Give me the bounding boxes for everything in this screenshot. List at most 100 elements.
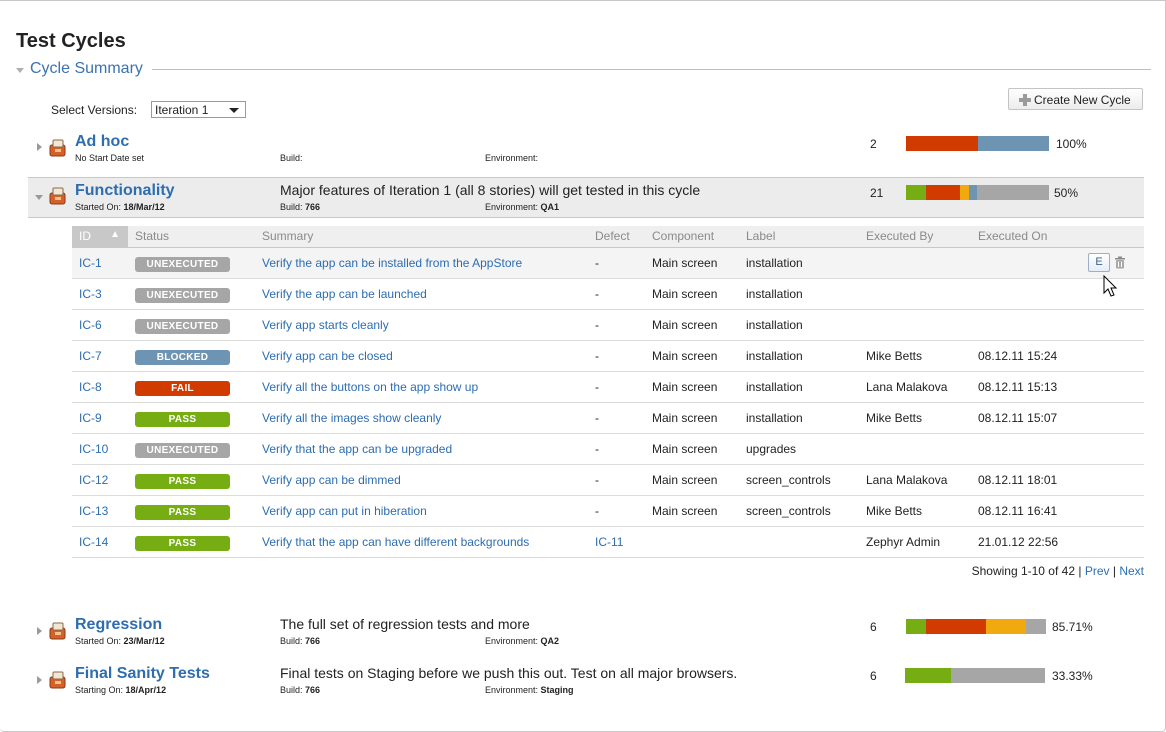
table-row[interactable]: IC-7 BLOCKED Verify app can be closed - Main…: [72, 340, 1144, 372]
summary-cell: Verify app can put in hiberation: [255, 495, 588, 527]
cycle-progress-bar: [906, 185, 1049, 200]
defect-cell: -: [588, 433, 645, 465]
summary-link[interactable]: Verify that the app can be upgraded: [262, 442, 452, 456]
test-id-link[interactable]: IC-1: [79, 256, 102, 270]
test-id-link[interactable]: IC-7: [79, 349, 102, 363]
status-badge[interactable]: UNEXECUTED: [135, 257, 230, 272]
test-id-link[interactable]: IC-6: [79, 318, 102, 332]
status-badge[interactable]: FAIL: [135, 381, 230, 396]
table-row[interactable]: IC-1 UNEXECUTED Verify the app can be inst…: [72, 247, 1144, 279]
status-cell: UNEXECUTED: [128, 433, 255, 465]
table-row[interactable]: IC-13 PASS Verify app can put in hiberatio…: [72, 495, 1144, 527]
cycle-row-ad-hoc[interactable]: Ad hoc No Start Date set Build: Environm…: [0, 130, 1144, 174]
id-cell: IC-3: [72, 278, 128, 310]
summary-link[interactable]: Verify app can be closed: [262, 349, 393, 363]
cycle-row-regression[interactable]: Regression Started On: 23/Mar/12 The ful…: [0, 614, 1144, 658]
cycle-summary-section-header[interactable]: Cycle Summary: [14, 59, 1151, 81]
execute-button[interactable]: E: [1088, 253, 1110, 272]
cycle-name[interactable]: Regression: [75, 616, 162, 634]
executed-on-cell: [971, 309, 1144, 341]
status-badge[interactable]: UNEXECUTED: [135, 319, 230, 334]
status-badge[interactable]: PASS: [135, 536, 230, 551]
version-select[interactable]: Iteration 1: [151, 101, 246, 118]
component-value: Main screen: [652, 441, 718, 456]
test-id-link[interactable]: IC-8: [79, 380, 102, 394]
id-cell: IC-8: [72, 371, 128, 403]
summary-link[interactable]: Verify app can put in hiberation: [262, 504, 427, 518]
status-badge[interactable]: UNEXECUTED: [135, 288, 230, 303]
executed-by-cell: [859, 247, 971, 279]
defect-cell: -: [588, 495, 645, 527]
test-id-link[interactable]: IC-13: [79, 504, 108, 518]
status-badge[interactable]: PASS: [135, 412, 230, 427]
label-cell: screen_controls: [739, 495, 859, 527]
executed-on-cell: 08.12.11 15:24: [971, 340, 1144, 372]
column-header-id[interactable]: ID ▲: [72, 226, 128, 248]
label-cell: screen_controls: [739, 464, 859, 496]
cycle-row-functionality[interactable]: Functionality Started On: 18/Mar/12 Majo…: [28, 177, 1144, 218]
collapse-arrow-icon[interactable]: [35, 195, 43, 200]
summary-link[interactable]: Verify app can be dimmed: [262, 473, 401, 487]
summary-link[interactable]: Verify the app can be launched: [262, 287, 427, 301]
defect-link[interactable]: IC-11: [595, 535, 623, 549]
table-row[interactable]: IC-12 PASS Verify app can be dimmed - Main s…: [72, 464, 1144, 496]
summary-link[interactable]: Verify app starts cleanly: [262, 318, 389, 332]
column-header-executed-on[interactable]: Executed On: [971, 226, 1144, 248]
defect-value: -: [595, 286, 599, 301]
executed-on-cell: 08.12.11 16:41: [971, 495, 1144, 527]
progress-segment-pass: [906, 619, 926, 634]
status-cell: PASS: [128, 464, 255, 496]
column-header-label[interactable]: Label: [739, 226, 859, 248]
table-row[interactable]: IC-14 PASS Verify that the app can have di…: [72, 526, 1144, 558]
cycle-name[interactable]: Functionality: [75, 182, 175, 200]
progress-segment-wip: [985, 619, 1027, 634]
cycle-row-final-sanity-tests[interactable]: Final Sanity Tests Starting On: 18/Apr/1…: [0, 663, 1144, 707]
status-badge[interactable]: PASS: [135, 505, 230, 520]
expand-arrow-icon[interactable]: [37, 143, 42, 151]
table-row[interactable]: IC-9 PASS Verify all the images show clean…: [72, 402, 1144, 434]
table-row[interactable]: IC-6 UNEXECUTED Verify app starts cleanly -…: [72, 309, 1144, 341]
table-row[interactable]: IC-3 UNEXECUTED Verify the app can be laun…: [72, 278, 1144, 310]
column-header-status[interactable]: Status: [128, 226, 255, 248]
executed-by-value: Lana Malakova: [866, 472, 948, 487]
summary-link[interactable]: Verify all the images show cleanly: [262, 411, 441, 425]
label-value: installation: [746, 317, 803, 332]
sort-arrow-icon[interactable]: ▲: [110, 229, 120, 240]
prev-page-link[interactable]: Prev: [1085, 564, 1110, 578]
cycle-date: Starting On: 18/Apr/12: [75, 685, 167, 695]
cycle-name[interactable]: Final Sanity Tests: [75, 665, 210, 683]
executed-on-value: 08.12.11 18:01: [978, 472, 1058, 487]
status-cell: UNEXECUTED: [128, 309, 255, 341]
status-badge[interactable]: PASS: [135, 474, 230, 489]
summary-link[interactable]: Verify all the buttons on the app show u…: [262, 380, 478, 394]
cycle-name[interactable]: Ad hoc: [75, 133, 129, 151]
column-header-summary[interactable]: Summary: [255, 226, 588, 248]
executed-on-value: 08.12.11 15:24: [978, 348, 1058, 363]
table-row[interactable]: IC-8 FAIL Verify all the buttons on the ap…: [72, 371, 1144, 403]
create-new-cycle-button[interactable]: Create New Cycle: [1008, 88, 1143, 110]
summary-link[interactable]: Verify the app can be installed from the…: [262, 256, 522, 270]
test-id-link[interactable]: IC-3: [79, 287, 102, 301]
summary-link[interactable]: Verify that the app can have different b…: [262, 535, 529, 549]
table-row[interactable]: IC-10 UNEXECUTED Verify that the app can b…: [72, 433, 1144, 465]
next-page-link[interactable]: Next: [1119, 564, 1144, 578]
expand-arrow-icon[interactable]: [37, 676, 42, 684]
column-header-defect[interactable]: Defect: [588, 226, 645, 248]
cycle-build: Build: 766: [280, 202, 321, 212]
test-id-link[interactable]: IC-9: [79, 411, 102, 425]
status-badge[interactable]: BLOCKED: [135, 350, 230, 365]
test-id-link[interactable]: IC-10: [79, 442, 108, 456]
expand-arrow-icon[interactable]: [37, 627, 42, 635]
progress-segment-unexecuted: [951, 668, 1045, 683]
status-badge[interactable]: UNEXECUTED: [135, 443, 230, 458]
column-header-executed-by[interactable]: Executed By: [859, 226, 971, 248]
collapse-triangle-icon[interactable]: [16, 68, 24, 73]
cycle-test-count: 21: [870, 186, 884, 200]
trash-icon[interactable]: [1114, 256, 1126, 269]
cycle-description: The full set of regression tests and mor…: [280, 616, 530, 632]
test-id-link[interactable]: IC-14: [79, 535, 108, 549]
test-id-link[interactable]: IC-12: [79, 473, 108, 487]
test-cycle-icon: [49, 187, 66, 205]
defect-cell: -: [588, 371, 645, 403]
column-header-component[interactable]: Component: [645, 226, 739, 248]
